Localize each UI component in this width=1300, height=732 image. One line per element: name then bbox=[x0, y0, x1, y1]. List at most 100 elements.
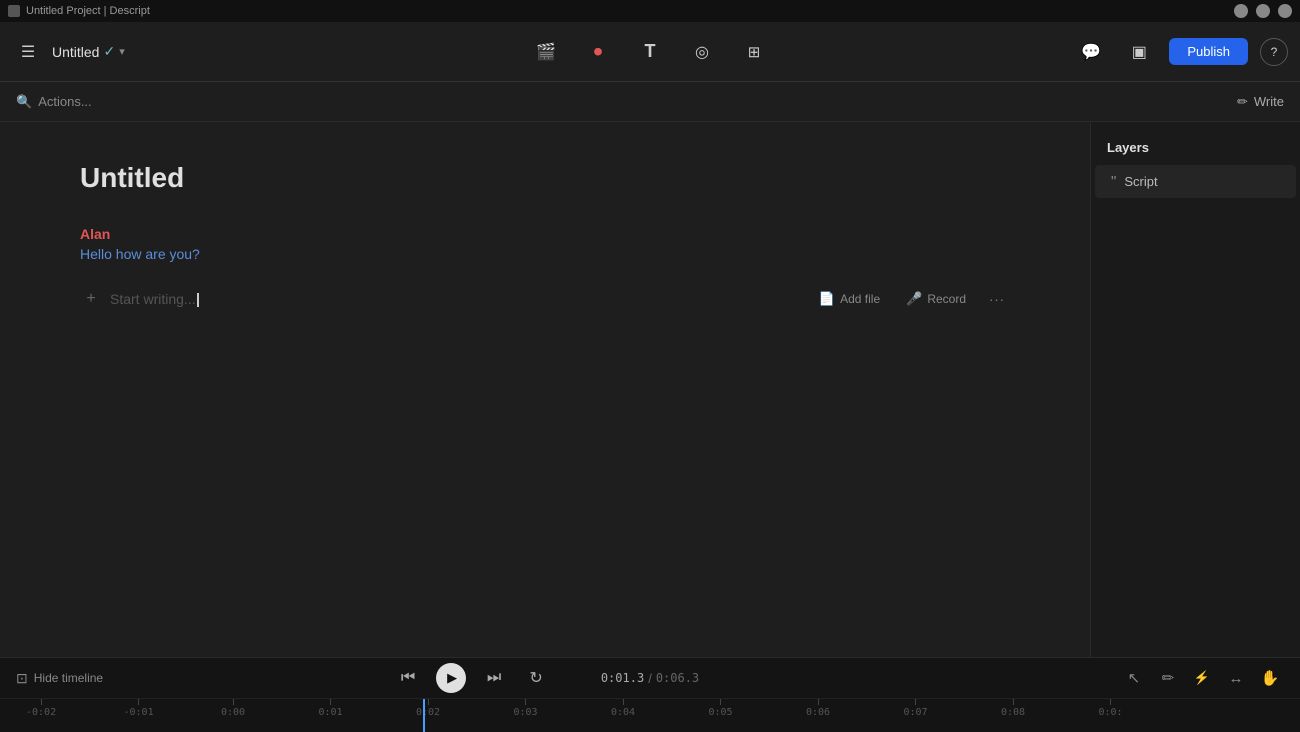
screen-capture-button[interactable]: 🎬 bbox=[528, 34, 564, 70]
record-icon: ⏺ bbox=[594, 42, 603, 62]
help-button[interactable]: ? bbox=[1260, 38, 1288, 66]
text-button[interactable]: T bbox=[632, 34, 668, 70]
shape-button[interactable]: ◎ bbox=[684, 34, 720, 70]
grid-icon: ⊞ bbox=[748, 43, 761, 61]
add-file-label: Add file bbox=[840, 292, 880, 306]
speaker-text[interactable]: Hello how are you? bbox=[80, 246, 1010, 262]
timeline-ruler[interactable]: -0:02 -0:01 0:00 0:01 0:02 0:03 0:04 0:0… bbox=[0, 699, 1300, 732]
ruler-mark: 0:01 bbox=[319, 699, 343, 718]
sidebar-header: Layers bbox=[1091, 134, 1300, 165]
grid-button[interactable]: ⊞ bbox=[736, 34, 772, 70]
document-title[interactable]: Untitled bbox=[80, 162, 1010, 194]
editor-area: Untitled Alan Hello how are you? + Start… bbox=[0, 122, 1090, 657]
timeline: ⊡ Hide timeline ⏮ ▶ ⏭ ↻ 0:01.3 / 0:06.3 bbox=[0, 657, 1300, 732]
play-icon: ▶ bbox=[447, 670, 457, 686]
record-button[interactable]: ⏺ bbox=[580, 34, 616, 70]
file-icon: 📄 bbox=[819, 291, 835, 307]
edit-tool-icon: ✏ bbox=[1162, 669, 1175, 687]
title-bar: Untitled Project | Descript bbox=[0, 0, 1300, 22]
ruler-mark: 0:08 bbox=[1001, 699, 1025, 718]
skip-forward-button[interactable]: ⏭ bbox=[480, 664, 508, 692]
main-layout: Untitled Alan Hello how are you? + Start… bbox=[0, 122, 1300, 657]
speaker-block: Alan Hello how are you? bbox=[80, 226, 1010, 262]
hide-timeline-label: Hide timeline bbox=[34, 671, 103, 685]
text-cursor bbox=[197, 293, 199, 307]
record-label: Record bbox=[927, 292, 966, 306]
project-name-area: Untitled ✓ ▾ bbox=[52, 43, 125, 60]
toolbar-center: 🎬 ⏺ T ◎ ⊞ bbox=[528, 34, 772, 70]
layout-icon: ▣ bbox=[1132, 42, 1147, 62]
hand-tool-button[interactable]: ✋ bbox=[1256, 664, 1284, 692]
top-toolbar: ☰ Untitled ✓ ▾ 🎬 ⏺ T ◎ ⊞ 💬 ▣ Publis bbox=[0, 22, 1300, 82]
write-icon: ✏ bbox=[1237, 94, 1248, 110]
plus-icon: + bbox=[86, 290, 95, 308]
speaker-name: Alan bbox=[80, 226, 1010, 242]
help-icon: ? bbox=[1271, 45, 1278, 59]
ruler-mark: -0:02 bbox=[26, 699, 56, 718]
arrow-tool-icon: ↔ bbox=[1228, 670, 1243, 687]
ruler-mark: -0:01 bbox=[124, 699, 154, 718]
ruler-mark: 0:04 bbox=[611, 699, 635, 718]
select-tool-button[interactable]: ↖ bbox=[1120, 664, 1148, 692]
trim-tool-button[interactable]: ⚡ bbox=[1188, 664, 1216, 692]
app-icon bbox=[8, 5, 20, 17]
skip-forward-icon: ⏭ bbox=[487, 669, 501, 687]
start-writing-placeholder[interactable]: Start writing... bbox=[110, 291, 803, 307]
ruler-mark: 0:06 bbox=[806, 699, 830, 718]
more-icon: ··· bbox=[989, 292, 1005, 307]
edit-tool-button[interactable]: ✏ bbox=[1154, 664, 1182, 692]
project-status-icon: ✓ bbox=[103, 43, 115, 60]
publish-button[interactable]: Publish bbox=[1169, 38, 1248, 65]
hide-timeline-icon: ⊡ bbox=[16, 670, 28, 687]
close-button[interactable] bbox=[1278, 4, 1292, 18]
add-line-button[interactable]: + bbox=[80, 288, 102, 310]
ruler-mark: 0:00 bbox=[221, 699, 245, 718]
total-time: 0:06.3 bbox=[656, 671, 699, 685]
text-icon: T bbox=[645, 41, 656, 62]
write-label: Write bbox=[1254, 94, 1284, 109]
minimize-button[interactable] bbox=[1234, 4, 1248, 18]
search-icon: 🔍 bbox=[16, 94, 32, 110]
write-button[interactable]: ✏ Write bbox=[1237, 94, 1284, 110]
select-tool-icon: ↖ bbox=[1128, 669, 1141, 687]
time-separator: / bbox=[648, 671, 652, 686]
loop-button[interactable]: ↻ bbox=[522, 664, 550, 692]
ruler-mark: 0:03 bbox=[514, 699, 538, 718]
add-file-button[interactable]: 📄 Add file bbox=[811, 287, 888, 311]
ruler-mark: 0:02 bbox=[416, 699, 440, 718]
skip-back-button[interactable]: ⏮ bbox=[394, 664, 422, 692]
project-name[interactable]: Untitled bbox=[52, 44, 99, 60]
new-line-row: + Start writing... 📄 Add file 🎤 Record ·… bbox=[80, 286, 1010, 312]
loop-icon: ↻ bbox=[529, 668, 542, 688]
timeline-tools: ↖ ✏ ⚡ ↔ ✋ bbox=[1120, 664, 1284, 692]
ruler-mark: 0:05 bbox=[709, 699, 733, 718]
comments-button[interactable]: 💬 bbox=[1073, 34, 1109, 70]
layout-button[interactable]: ▣ bbox=[1121, 34, 1157, 70]
actions-search[interactable]: 🔍 Actions... bbox=[16, 94, 92, 110]
menu-button[interactable]: ☰ bbox=[12, 36, 44, 68]
trim-tool-icon: ⚡ bbox=[1194, 670, 1210, 686]
timeline-controls: ⊡ Hide timeline ⏮ ▶ ⏭ ↻ 0:01.3 / 0:06.3 bbox=[0, 658, 1300, 699]
comment-icon: 💬 bbox=[1081, 42, 1101, 62]
placeholder-text: Start writing... bbox=[110, 291, 196, 307]
more-options-button[interactable]: ··· bbox=[984, 286, 1010, 312]
camera-icon: 🎬 bbox=[536, 42, 556, 62]
time-display: 0:01.3 / 0:06.3 bbox=[601, 671, 699, 686]
actions-label: Actions... bbox=[38, 94, 91, 109]
secondary-toolbar: 🔍 Actions... ✏ Write bbox=[0, 82, 1300, 122]
hand-tool-icon: ✋ bbox=[1261, 669, 1280, 687]
ruler-marks: -0:02 -0:01 0:00 0:01 0:02 0:03 0:04 0:0… bbox=[0, 699, 1300, 732]
record-line-button[interactable]: 🎤 Record bbox=[898, 287, 974, 311]
arrow-tool-button[interactable]: ↔ bbox=[1222, 664, 1250, 692]
maximize-button[interactable] bbox=[1256, 4, 1270, 18]
current-time: 0:01.3 bbox=[601, 671, 644, 685]
play-button[interactable]: ▶ bbox=[436, 663, 466, 693]
chevron-down-icon[interactable]: ▾ bbox=[119, 45, 125, 58]
ruler-mark: 0:07 bbox=[904, 699, 928, 718]
window-title: Untitled Project | Descript bbox=[26, 5, 150, 17]
sidebar-item-script[interactable]: " Script bbox=[1095, 165, 1296, 198]
playhead[interactable] bbox=[423, 699, 425, 732]
hide-timeline-button[interactable]: ⊡ Hide timeline bbox=[16, 670, 103, 687]
skip-back-icon: ⏮ bbox=[401, 669, 415, 687]
ruler-mark: 0:0: bbox=[1099, 699, 1123, 718]
